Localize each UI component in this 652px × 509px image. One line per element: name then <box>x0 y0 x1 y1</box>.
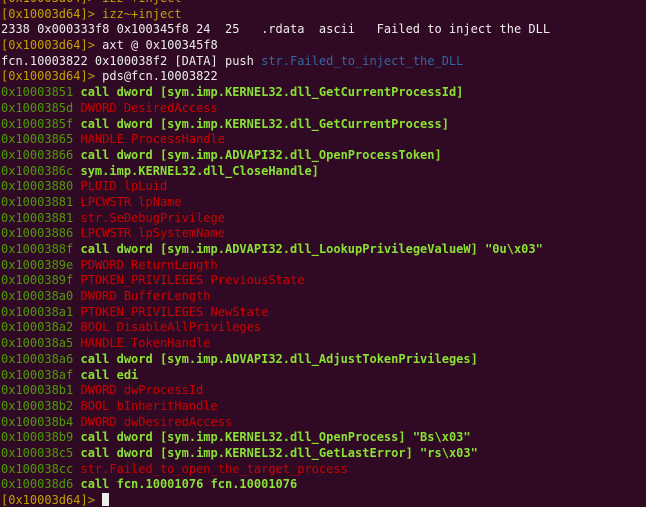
address-text: 0x10003865 <box>1 132 81 147</box>
address-text: 0x100038a1 <box>1 304 81 319</box>
terminal-line: [0x10003d64]> <box>1 493 550 507</box>
comment-text: DWORD DesiredAccess <box>80 100 218 115</box>
comment-text: HANDLE ProcessHandle <box>80 132 225 147</box>
address-text: 0x100038c5 <box>1 445 81 460</box>
prompt-text: [0x10003d64]> izz~+inject <box>1 6 182 21</box>
terminal-line: 0x100038a2 BOOL DisableAllPrivileges <box>1 320 550 336</box>
terminal-line: [0x10003d64]> pds@fcn.10003822 <box>1 69 550 85</box>
comment-text: DWORD dwProcessId <box>80 383 204 398</box>
instruction-text: call fcn.10001076 fcn.10001076 <box>80 477 298 492</box>
instruction-text: call dword [sym.imp.KERNEL32.dll_GetCurr… <box>80 85 464 100</box>
address-text: 0x100038a0 <box>1 289 81 304</box>
prompt-text: [0x10003d64]> <box>1 38 103 53</box>
terminal-line: 0x100038b4 DWORD dwDesiredAccess <box>1 415 550 431</box>
terminal-line: 0x1000385f call dword [sym.imp.KERNEL32.… <box>1 117 550 133</box>
terminal-line: 0x100038cc str.Failed_to_open_the_target… <box>1 462 550 478</box>
terminal-line: 0x100038b9 call dword [sym.imp.KERNEL32.… <box>1 430 550 446</box>
instruction-text: call edi <box>80 367 139 382</box>
terminal-line: 0x100038af call edi <box>1 368 550 384</box>
output-text: fcn.10003822 0x100038f2 [DATA] push <box>1 53 262 68</box>
address-text: 0x10003881 <box>1 210 81 225</box>
address-text: 0x100038d6 <box>1 477 81 492</box>
comment-text: str.Failed_to_open_the_target_process <box>80 461 348 476</box>
terminal-line: 0x1000385d DWORD DesiredAccess <box>1 101 550 117</box>
comment-text: BOOL DisableAllPrivileges <box>80 320 262 335</box>
address-text: 0x1000389e <box>1 257 81 272</box>
instruction-text: call dword [sym.imp.KERNEL32.dll_OpenPro… <box>80 430 471 445</box>
instruction-text: call dword [sym.imp.KERNEL32.dll_GetCurr… <box>80 116 449 131</box>
terminal-line: 0x10003881 LPCWSTR lpName <box>1 195 550 211</box>
terminal-line: 0x100038b1 DWORD dwProcessId <box>1 383 550 399</box>
comment-text: DWORD dwDesiredAccess <box>80 414 233 429</box>
terminal-line: fcn.10003822 0x100038f2 [DATA] push str.… <box>1 54 550 70</box>
terminal-line: 0x10003880 PLUID lpLuid <box>1 179 550 195</box>
prompt-text: [0x10003d64]> <box>1 69 103 84</box>
address-text: 0x100038b1 <box>1 383 81 398</box>
comment-text: PTOKEN_PRIVILEGES PreviousState <box>80 273 305 288</box>
address-text: 0x10003881 <box>1 194 81 209</box>
output-text: pds@fcn.10003822 <box>102 69 218 84</box>
address-text: 0x100038a5 <box>1 336 81 351</box>
terminal-line: 0x1000388f call dword [sym.imp.ADVAPI32.… <box>1 242 550 258</box>
terminal-line: 0x10003865 HANDLE ProcessHandle <box>1 132 550 148</box>
terminal-line: [0x10003d64]> izz~+inject <box>1 0 550 7</box>
terminal-line: 0x100038d6 call fcn.10001076 fcn.1000107… <box>1 477 550 493</box>
output-text: axt @ 0x100345f8 <box>102 38 218 53</box>
address-text: 0x1000389f <box>1 273 81 288</box>
instruction-text: call dword [sym.imp.KERNEL32.dll_GetLast… <box>80 445 478 460</box>
comment-text: PTOKEN_PRIVILEGES NewState <box>80 304 269 319</box>
address-text: 0x1000388f <box>1 242 81 256</box>
address-text: 0x10003880 <box>1 179 81 194</box>
instruction-text: call dword [sym.imp.ADVAPI32.dll_AdjustT… <box>80 351 478 366</box>
instruction-text: call dword [sym.imp.ADVAPI32.dll_LookupP… <box>80 242 543 256</box>
terminal-line: 0x1000389f PTOKEN_PRIVILEGES PreviousSta… <box>1 273 550 289</box>
terminal-window[interactable]: [0x10003d64]> izz~+inject[0x10003d64]> i… <box>0 0 646 507</box>
prompt-text: [0x10003d64]> <box>1 493 103 507</box>
terminal-line: 0x100038a0 DWORD BufferLength <box>1 289 550 305</box>
terminal-output: [0x10003d64]> izz~+inject[0x10003d64]> i… <box>1 0 550 507</box>
address-text: 0x100038af <box>1 367 81 382</box>
address-text: 0x10003886 <box>1 226 81 241</box>
instruction-text: sym.imp.KERNEL32.dll_CloseHandle] <box>80 163 319 178</box>
comment-text: str.SeDebugPrivilege <box>80 210 225 225</box>
terminal-line: 2338 0x000333f8 0x100345f8 24 25 .rdata … <box>1 22 550 38</box>
comment-text: LPCWSTR lpSystemName <box>80 226 225 241</box>
comment-text: PDWORD ReturnLength <box>80 257 218 272</box>
address-text: 0x100038a6 <box>1 351 81 366</box>
terminal-line: 0x100038a6 call dword [sym.imp.ADVAPI32.… <box>1 352 550 368</box>
address-text: 0x1000386c <box>1 163 81 178</box>
terminal-line: 0x100038a1 PTOKEN_PRIVILEGES NewState <box>1 305 550 321</box>
prompt-text: [0x10003d64]> izz~+inject <box>1 0 182 5</box>
comment-text: PLUID lpLuid <box>80 179 168 194</box>
terminal-line: 0x1000389e PDWORD ReturnLength <box>1 258 550 274</box>
output-text: 2338 0x000333f8 0x100345f8 24 25 .rdata … <box>1 22 551 37</box>
address-text: 0x100038cc <box>1 461 81 476</box>
terminal-line: [0x10003d64]> axt @ 0x100345f8 <box>1 38 550 54</box>
terminal-line: 0x100038b2 BOOL bInheritHandle <box>1 399 550 415</box>
address-text: 0x1000385d <box>1 100 81 115</box>
address-text: 0x100038b9 <box>1 430 81 445</box>
terminal-line: 0x10003851 call dword [sym.imp.KERNEL32.… <box>1 85 550 101</box>
address-text: 0x100038a2 <box>1 320 81 335</box>
address-text: 0x10003866 <box>1 147 81 162</box>
address-text: 0x1000385f <box>1 116 81 131</box>
terminal-line: 0x100038c5 call dword [sym.imp.KERNEL32.… <box>1 446 550 462</box>
address-text: 0x100038b2 <box>1 398 81 413</box>
terminal-line: [0x10003d64]> izz~+inject <box>1 7 550 23</box>
address-text: 0x10003851 <box>1 85 81 100</box>
comment-text: HANDLE TokenHandle <box>80 336 211 351</box>
address-text: 0x100038b4 <box>1 414 81 429</box>
instruction-text: call dword [sym.imp.ADVAPI32.dll_OpenPro… <box>80 147 442 162</box>
string-reference-text: str.Failed_to_inject_the_DLL <box>261 53 464 68</box>
terminal-cursor <box>102 493 110 506</box>
comment-text: BOOL bInheritHandle <box>80 398 218 413</box>
comment-text: DWORD BufferLength <box>80 289 211 304</box>
terminal-line: 0x10003886 LPCWSTR lpSystemName <box>1 226 550 242</box>
comment-text: LPCWSTR lpName <box>80 194 182 209</box>
terminal-line: 0x10003866 call dword [sym.imp.ADVAPI32.… <box>1 148 550 164</box>
terminal-line: 0x10003881 str.SeDebugPrivilege <box>1 211 550 227</box>
terminal-line: 0x100038a5 HANDLE TokenHandle <box>1 336 550 352</box>
terminal-line: 0x1000386c sym.imp.KERNEL32.dll_CloseHan… <box>1 164 550 180</box>
